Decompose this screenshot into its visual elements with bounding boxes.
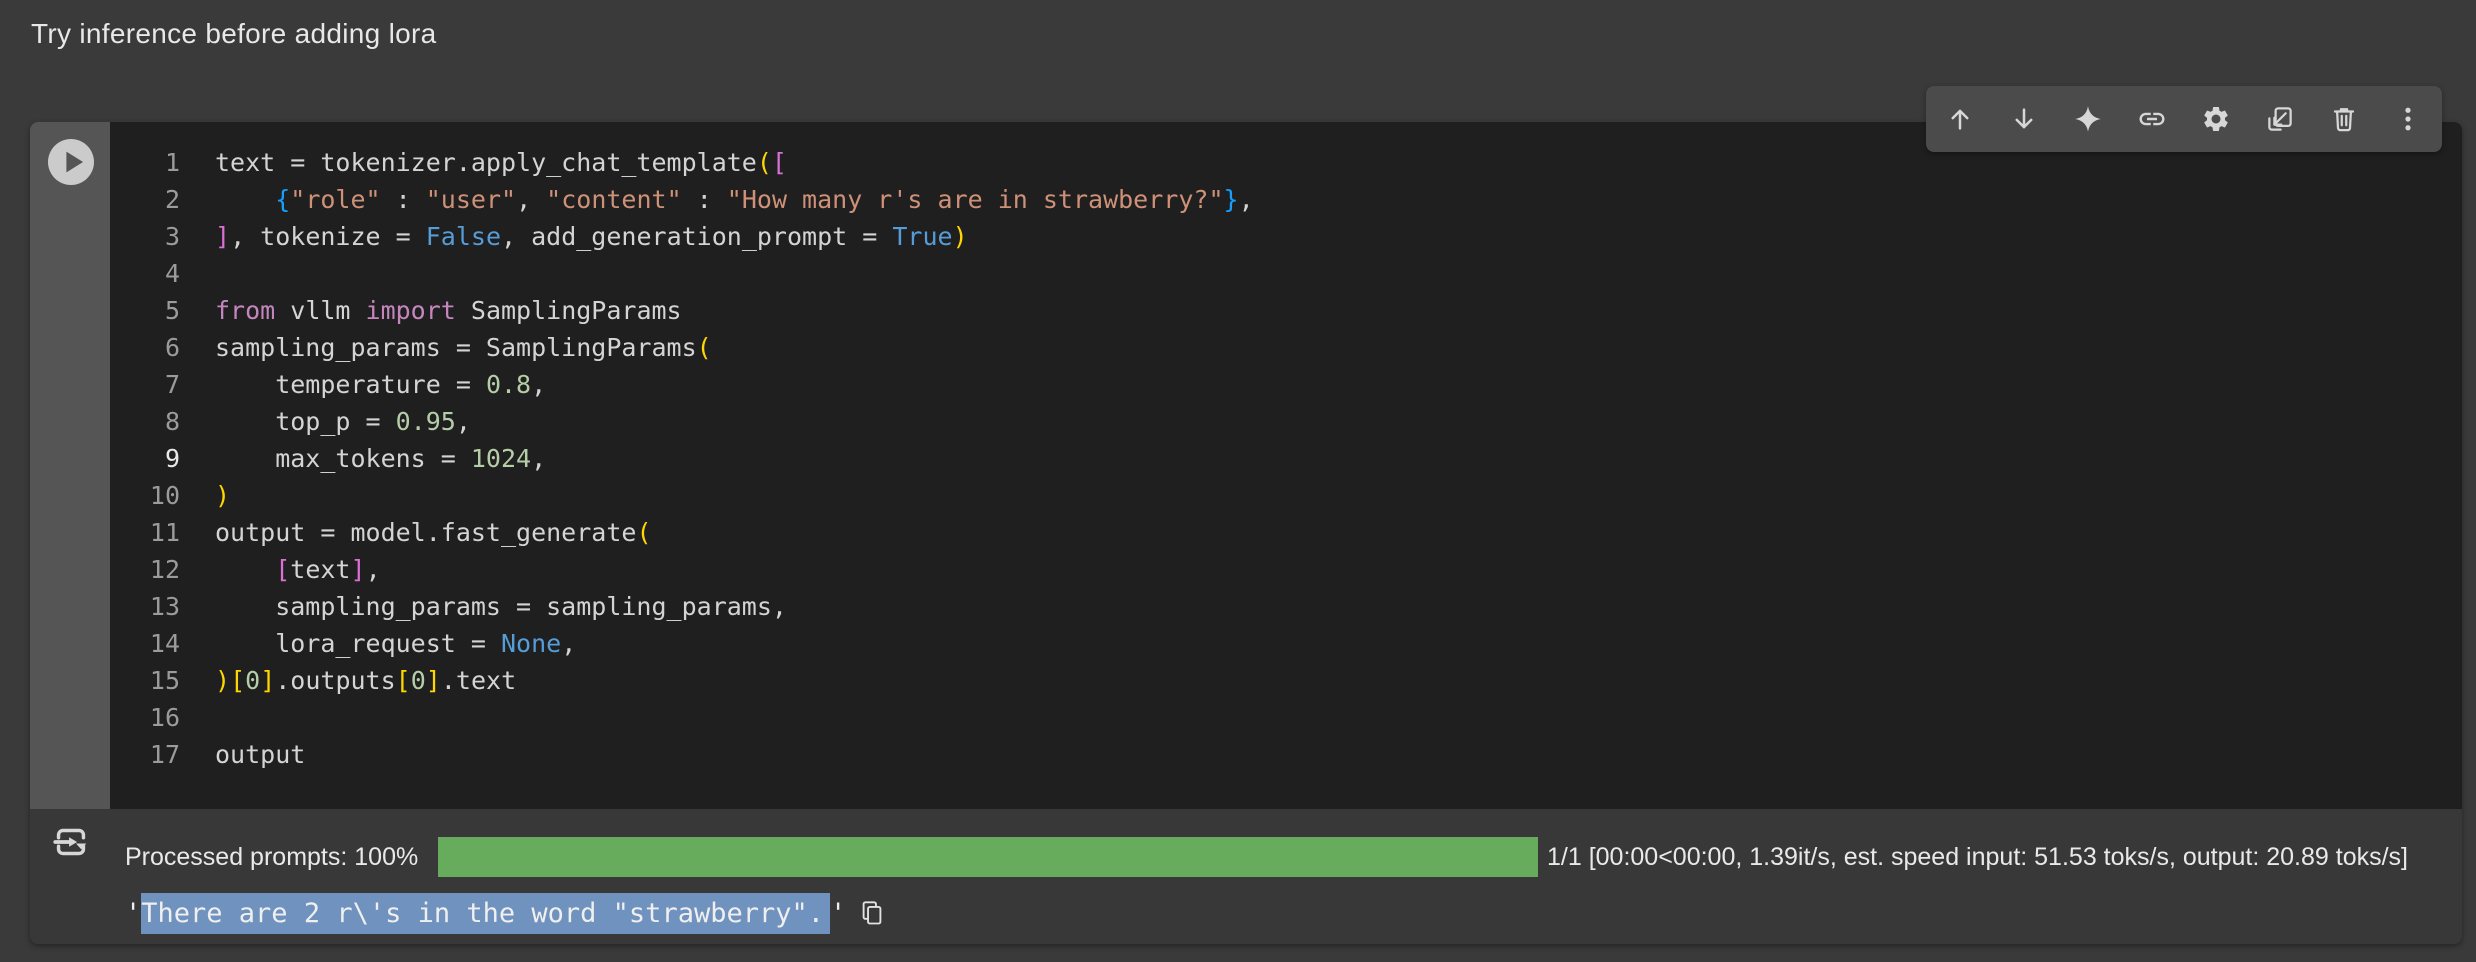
code-line[interactable]: 6 sampling_params = SamplingParams( — [110, 329, 2462, 366]
mirror-cell-in-tab-button[interactable] — [2248, 86, 2312, 152]
link-icon — [2137, 104, 2167, 134]
line-number: 14 — [110, 625, 180, 662]
code-line[interactable]: 14 lora_request = None, — [110, 625, 2462, 662]
output-area: Processed prompts: 100% 1/1 [00:00<00:00… — [30, 809, 2462, 944]
copy-icon — [858, 899, 886, 927]
code-line[interactable]: 16 — [110, 699, 2462, 736]
code-line[interactable]: 2 {"role" : "user", "content" : "How man… — [110, 181, 2462, 218]
code-line[interactable]: 3 ], tokenize = False, add_generation_pro… — [110, 218, 2462, 255]
code-text: sampling_params = sampling_params, — [215, 588, 787, 625]
line-number: 11 — [110, 514, 180, 551]
line-number: 15 — [110, 662, 180, 699]
move-cell-down-button[interactable] — [1992, 86, 2056, 152]
cell-title: Try inference before adding lora — [31, 18, 436, 50]
code-text: lora_request = None, — [215, 625, 576, 662]
code-text: ], tokenize = False, add_generation_prom… — [215, 218, 968, 255]
cell-toolbar — [1926, 86, 2442, 152]
line-number: 8 — [110, 403, 180, 440]
code-text: output — [215, 736, 305, 773]
code-line[interactable]: 13 sampling_params = sampling_params, — [110, 588, 2462, 625]
code-text: text = tokenizer.apply_chat_template([ — [215, 144, 787, 181]
line-number: 17 — [110, 736, 180, 773]
code-cell: 1text = tokenizer.apply_chat_template([2… — [30, 122, 2462, 944]
code-text: from vllm import SamplingParams — [215, 292, 682, 329]
line-number: 2 — [110, 181, 180, 218]
code-text: sampling_params = SamplingParams( — [215, 329, 712, 366]
code-line[interactable]: 4 — [110, 255, 2462, 292]
line-number: 12 — [110, 551, 180, 588]
code-text: [text], — [215, 551, 381, 588]
arrow-up-icon — [1945, 104, 1975, 134]
code-text: {"role" : "user", "content" : "How many … — [215, 181, 1254, 218]
gemini-button[interactable] — [2056, 86, 2120, 152]
line-number: 6 — [110, 329, 180, 366]
line-number: 13 — [110, 588, 180, 625]
code-text: ) — [215, 477, 230, 514]
line-number: 7 — [110, 366, 180, 403]
code-line[interactable]: 11 output = model.fast_generate( — [110, 514, 2462, 551]
trash-icon — [2329, 104, 2359, 134]
code-text: max_tokens = 1024, — [215, 440, 546, 477]
result-quote-close: ' — [830, 898, 846, 929]
play-icon — [48, 139, 94, 185]
code-line[interactable]: 17 output — [110, 736, 2462, 773]
run-cell-button[interactable] — [48, 139, 94, 185]
gemini-spark-icon — [2073, 104, 2103, 134]
line-number: 16 — [110, 699, 180, 736]
code-lines: 1text = tokenizer.apply_chat_template([2… — [110, 144, 2462, 773]
move-cell-up-button[interactable] — [1928, 86, 1992, 152]
copy-output-button[interactable] — [858, 899, 886, 927]
code-text: )[0].outputs[0].text — [215, 662, 516, 699]
line-number: 3 — [110, 218, 180, 255]
code-text: top_p = 0.95, — [215, 403, 471, 440]
result-selected-text[interactable]: There are 2 r\'s in the word "strawberry… — [141, 893, 830, 934]
output-actions-icon — [48, 819, 94, 865]
line-number: 9 — [110, 440, 180, 477]
code-line[interactable]: 8 top_p = 0.95, — [110, 403, 2462, 440]
cell-gutter — [30, 122, 110, 809]
result-line[interactable]: 'There are 2 r\'s in the word "strawberr… — [125, 891, 886, 935]
code-text: temperature = 0.8, — [215, 366, 546, 403]
more-vert-icon — [2393, 104, 2423, 134]
more-cell-actions-button[interactable] — [2376, 86, 2440, 152]
copy-link-button[interactable] — [2120, 86, 2184, 152]
line-number: 10 — [110, 477, 180, 514]
output-actions-button[interactable] — [48, 819, 94, 865]
settings-button[interactable] — [2184, 86, 2248, 152]
progress-label: Processed prompts: 100% — [125, 837, 418, 877]
code-line[interactable]: 9 max_tokens = 1024, — [110, 440, 2462, 477]
code-line[interactable]: 12 [text], — [110, 551, 2462, 588]
code-line[interactable]: 5 from vllm import SamplingParams — [110, 292, 2462, 329]
line-number: 1 — [110, 144, 180, 181]
code-line[interactable]: 15 )[0].outputs[0].text — [110, 662, 2462, 699]
line-number: 4 — [110, 255, 180, 292]
progress-bar-fill — [438, 837, 1538, 877]
code-text: output = model.fast_generate( — [215, 514, 652, 551]
progress-bar — [438, 837, 1538, 877]
arrow-down-icon — [2009, 104, 2039, 134]
progress-stats: 1/1 [00:00<00:00, 1.39it/s, est. speed i… — [1547, 837, 2408, 877]
mirror-cell-icon — [2265, 104, 2295, 134]
result-quote-open: ' — [125, 898, 141, 929]
code-line[interactable]: 10) — [110, 477, 2462, 514]
gear-icon — [2201, 104, 2231, 134]
delete-cell-button[interactable] — [2312, 86, 2376, 152]
notebook-page: Try inference before adding lora — [0, 0, 2476, 962]
line-number: 5 — [110, 292, 180, 329]
code-line[interactable]: 7 temperature = 0.8, — [110, 366, 2462, 403]
code-editor[interactable]: 1text = tokenizer.apply_chat_template([2… — [30, 122, 2462, 809]
